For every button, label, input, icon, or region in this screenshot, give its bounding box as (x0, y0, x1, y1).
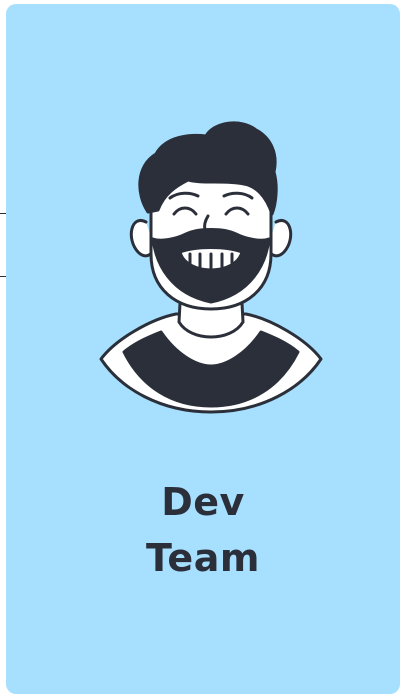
team-card[interactable]: Dev Team (6, 4, 400, 694)
team-name-line-1: Dev (161, 480, 245, 524)
smiling-bearded-man-avatar-icon (99, 121, 323, 414)
avatar-illustration (96, 114, 326, 414)
team-name-line-2: Team (146, 536, 260, 580)
team-name-title: Dev Team (6, 474, 400, 586)
